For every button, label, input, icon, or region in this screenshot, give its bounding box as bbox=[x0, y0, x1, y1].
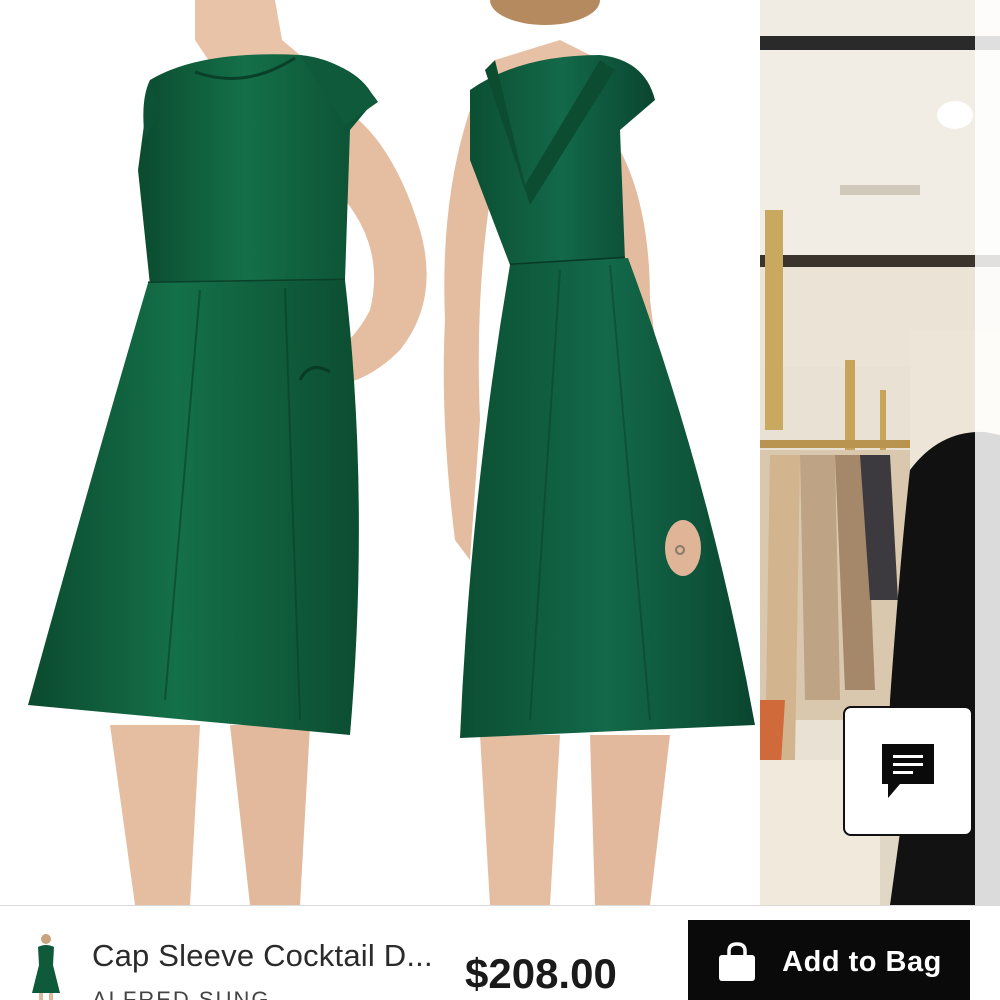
chat-bubble-icon bbox=[882, 744, 934, 798]
product-thumbnail[interactable] bbox=[26, 931, 66, 1000]
product-name: Cap Sleeve Cocktail D... bbox=[92, 938, 433, 973]
product-brand: ALFRED SUNG bbox=[92, 987, 271, 1000]
chat-button[interactable] bbox=[843, 706, 973, 836]
product-page: Cap Sleeve Cocktail D... ALFRED SUNG $20… bbox=[0, 0, 1000, 1000]
dress-photo bbox=[28, 0, 755, 905]
product-image[interactable] bbox=[0, 0, 760, 905]
shopping-bag-icon bbox=[719, 942, 756, 981]
add-to-bag-button[interactable]: Add to Bag bbox=[688, 920, 970, 1000]
sticky-product-bar: Cap Sleeve Cocktail D... ALFRED SUNG $20… bbox=[0, 905, 1000, 1000]
add-to-bag-label: Add to Bag bbox=[782, 945, 942, 978]
product-price: $208.00 bbox=[465, 950, 617, 997]
